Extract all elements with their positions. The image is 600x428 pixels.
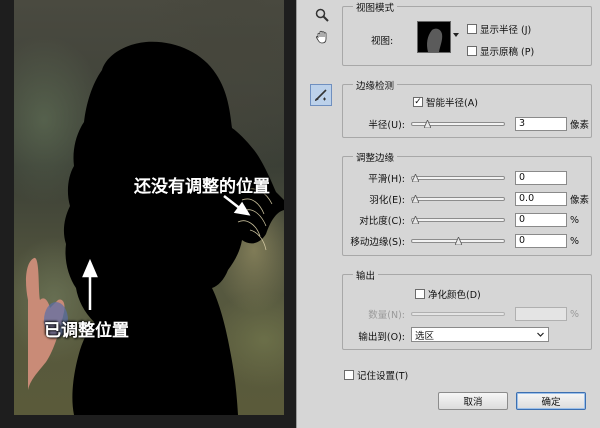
amount-slider: [411, 312, 505, 316]
view-mode-legend: 视图模式: [353, 0, 398, 14]
output-to-value: 选区: [415, 330, 435, 342]
amount-label: 数量(N):: [368, 310, 405, 321]
output-to-select[interactable]: 选区: [411, 327, 549, 342]
chevron-down-icon: [537, 332, 544, 337]
feather-label: 羽化(E):: [369, 195, 405, 206]
edge-detection-legend: 边缘检测: [353, 78, 398, 92]
smooth-slider[interactable]: [411, 174, 505, 182]
view-mode-picker[interactable]: [417, 21, 451, 53]
show-original-checkbox[interactable]: 显示原稿 (P): [467, 44, 534, 58]
show-radius-box[interactable]: [467, 24, 477, 34]
output-to-label: 输出到(O):: [358, 332, 405, 343]
feather-unit: 像素: [570, 195, 590, 206]
contrast-field[interactable]: 0: [515, 213, 567, 227]
radius-slider[interactable]: [411, 120, 505, 128]
remember-settings-box[interactable]: [344, 370, 354, 380]
zoom-tool[interactable]: [311, 4, 333, 26]
magnifier-icon: [315, 8, 329, 22]
show-original-label: 显示原稿 (P): [480, 47, 535, 58]
ok-button[interactable]: 确定: [516, 392, 586, 410]
edge-detection-group: 边缘检测 ✓ 智能半径(A) 半径(U): 3 像素: [342, 78, 592, 138]
hand-tool[interactable]: [311, 26, 333, 48]
shift-edge-field[interactable]: 0: [515, 234, 567, 248]
refine-edge-dialog: 视图模式 视图: 显示半径 (J) 显示原稿 (P) 边缘检测 ✓ 智能半径(A…: [342, 0, 600, 428]
shift-edge-slider[interactable]: [411, 237, 505, 245]
cancel-button-label: 取消: [463, 397, 483, 408]
contrast-slider-thumb[interactable]: [412, 216, 419, 224]
smooth-label: 平滑(H):: [368, 174, 405, 185]
photo-preview[interactable]: 还没有调整的位置 已调整位置: [14, 0, 284, 415]
radius-slider-thumb[interactable]: [424, 120, 431, 128]
refine-radius-tool[interactable]: [310, 84, 332, 106]
radius-field[interactable]: 3: [515, 117, 567, 131]
cancel-button[interactable]: 取消: [438, 392, 508, 410]
hand-icon: [316, 30, 327, 44]
shift-edge-unit: %: [570, 235, 580, 247]
smart-radius-label: 智能半径(A): [426, 98, 478, 109]
annotation-adjusted: 已调整位置: [44, 321, 129, 341]
ok-button-label: 确定: [541, 397, 561, 408]
radius-label: 半径(U):: [368, 120, 405, 131]
show-radius-label: 显示半径 (J): [480, 25, 532, 36]
contrast-unit: %: [570, 214, 580, 226]
view-thumbnail-icon: [418, 22, 450, 52]
show-original-box[interactable]: [467, 46, 477, 56]
refine-radius-brush-icon: [315, 89, 327, 101]
smart-radius-checkbox[interactable]: ✓ 智能半径(A): [413, 95, 478, 109]
remember-settings-checkbox[interactable]: 记住设置(T): [344, 368, 408, 382]
head-silhouette: [63, 41, 284, 415]
contrast-slider[interactable]: [411, 216, 505, 224]
output-legend: 输出: [353, 268, 379, 282]
decontaminate-label: 净化颜色(D): [428, 290, 481, 301]
document-canvas[interactable]: 还没有调整的位置 已调整位置: [0, 0, 296, 428]
amount-unit: %: [570, 308, 580, 320]
amount-field: [515, 307, 567, 321]
shift-edge-label: 移动边缘(S):: [350, 237, 405, 248]
view-mode-dropdown[interactable]: [453, 33, 459, 37]
smooth-slider-thumb[interactable]: [412, 174, 419, 182]
shift-edge-slider-thumb[interactable]: [455, 237, 462, 245]
adjust-edge-legend: 调整边缘: [353, 150, 398, 164]
annotation-not-adjusted: 还没有调整的位置: [134, 177, 270, 197]
view-mode-group: 视图模式 视图: 显示半径 (J) 显示原稿 (P): [342, 0, 592, 66]
contrast-label: 对比度(C):: [359, 216, 405, 227]
smooth-field[interactable]: 0: [515, 171, 567, 185]
refine-edge-toolbar: [296, 0, 342, 428]
feather-slider[interactable]: [411, 195, 505, 203]
feather-slider-thumb[interactable]: [412, 195, 419, 203]
show-radius-checkbox[interactable]: 显示半径 (J): [467, 22, 531, 36]
feather-field[interactable]: 0.0: [515, 192, 567, 206]
chevron-down-icon: [453, 33, 459, 37]
view-label: 视图:: [371, 36, 394, 47]
subject-silhouette: [26, 41, 284, 415]
radius-unit: 像素: [570, 120, 590, 131]
decontaminate-box[interactable]: [415, 289, 425, 299]
decontaminate-checkbox[interactable]: 净化颜色(D): [415, 287, 481, 301]
output-group: 输出 净化颜色(D) 数量(N): % 输出到(O): 选区: [342, 268, 592, 350]
adjust-edge-group: 调整边缘 平滑(H): 0 羽化(E): 0.0 像素 对比度(C): 0 % …: [342, 150, 592, 256]
remember-settings-label: 记住设置(T): [357, 371, 409, 382]
smart-radius-box[interactable]: ✓: [413, 97, 423, 107]
